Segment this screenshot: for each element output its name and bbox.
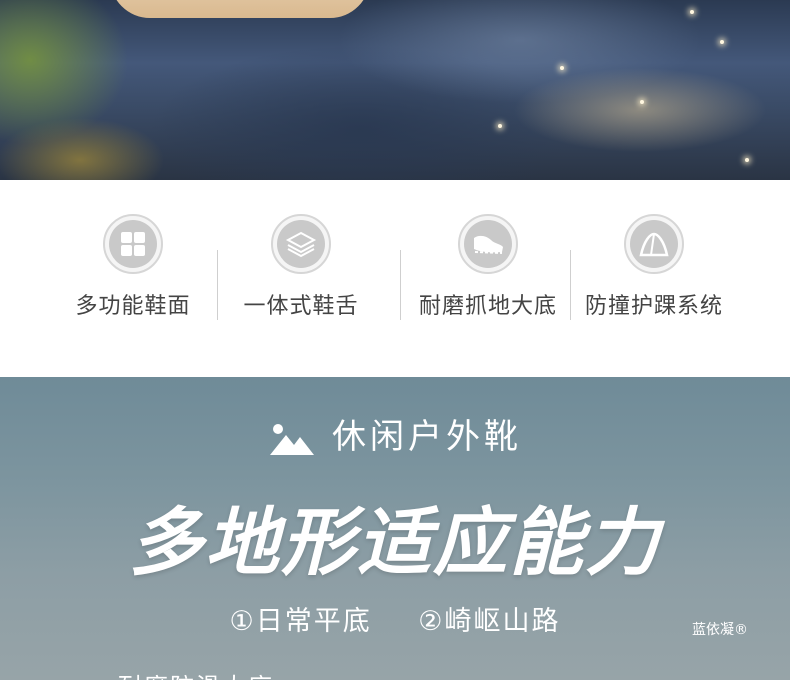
feature-item: 一体式鞋舌	[221, 214, 381, 320]
terrain-banner: 休闲户外靴 多地形适应能力 ①日常平底 ②崎岖山路 蓝依凝® 耐磨防滑大底	[0, 377, 790, 680]
water-sparkle	[720, 40, 724, 44]
water-sparkle	[690, 10, 694, 14]
divider	[217, 250, 218, 320]
banner-subtitle: 休闲户外靴	[332, 417, 522, 457]
partial-caption: 耐磨防滑大底	[118, 667, 274, 680]
divider	[570, 250, 571, 320]
water-sparkle	[745, 158, 749, 162]
feature-item: 多功能鞋面	[53, 214, 213, 320]
water-sparkle	[560, 66, 564, 70]
banner-subtitle-row: 休闲户外靴	[0, 409, 790, 458]
hero-river-photo	[0, 0, 790, 180]
layers-icon	[285, 231, 317, 258]
feature-strip: 多功能鞋面 一体式鞋舌 耐磨抓地大底 防撞护踝系统	[0, 180, 790, 377]
water-sparkle	[498, 124, 502, 128]
banner-headline: 多地形适应能力	[129, 500, 661, 586]
feature-item: 耐磨抓地大底	[408, 214, 568, 320]
grid-squares-icon	[121, 232, 145, 256]
tent-icon	[639, 232, 669, 257]
divider	[400, 250, 401, 320]
feature-icon-circle	[271, 214, 331, 274]
feature-icon-circle	[624, 214, 684, 274]
shoe-sole-icon	[474, 235, 503, 254]
feature-icon-circle	[103, 214, 163, 274]
terrain-tag: ②崎岖山路	[418, 606, 561, 637]
brand-mark: 蓝依凝®	[692, 622, 748, 638]
mountain-icon	[270, 423, 314, 455]
feature-label: 一体式鞋舌	[243, 294, 359, 319]
feature-label: 耐磨抓地大底	[418, 294, 557, 319]
feature-icon-circle	[458, 214, 518, 274]
feature-item: 防撞护踝系统	[574, 214, 734, 320]
feature-label: 多功能鞋面	[75, 294, 191, 319]
water-sparkle	[640, 100, 644, 104]
feature-label: 防撞护踝系统	[584, 294, 723, 319]
grass-foreground	[0, 0, 300, 180]
terrain-tags: ①日常平底 ②崎岖山路	[0, 599, 790, 638]
terrain-tag: ①日常平底	[229, 606, 372, 637]
